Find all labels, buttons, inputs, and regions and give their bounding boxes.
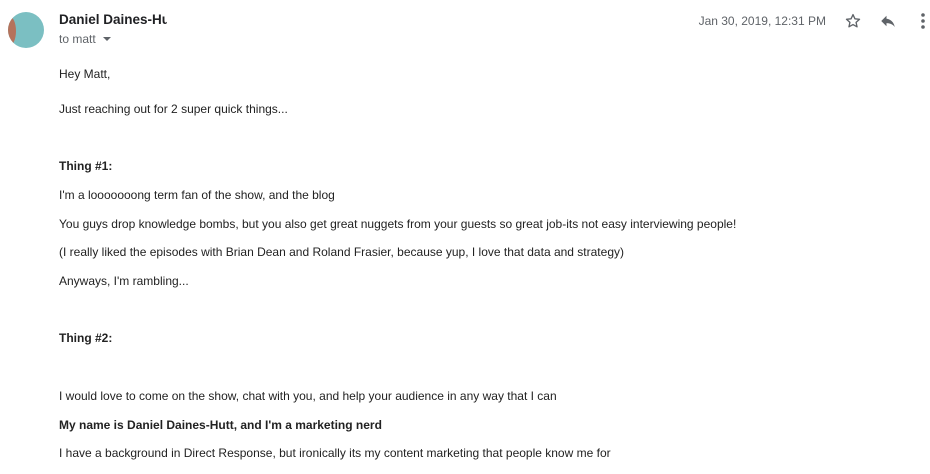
caret-down-icon[interactable] (102, 37, 111, 41)
greeting: Hey Matt, (59, 67, 111, 81)
thing2-line: I would love to come on the show, chat w… (59, 389, 557, 403)
message-date: Jan 30, 2019, 12:31 PM (698, 14, 826, 28)
more-options-button[interactable] (912, 10, 930, 32)
star-button[interactable] (842, 10, 864, 32)
sender-avatar[interactable] (8, 12, 44, 48)
thing2-heading: Thing #2: (59, 331, 113, 345)
avatar-photo (8, 16, 16, 46)
thing1-line: (I really liked the episodes with Brian … (59, 245, 624, 259)
thing1-heading: Thing #1: (59, 159, 113, 173)
thing1-line: I'm a looooooong term fan of the show, a… (59, 188, 335, 202)
thing2-line: I have a background in Direct Response, … (59, 446, 611, 460)
reply-button[interactable] (877, 10, 899, 32)
recipient-label: to matt (59, 32, 96, 46)
more-vert-icon (921, 13, 925, 29)
reply-icon (881, 15, 895, 27)
thing2-intro-bold: My name is Daniel Daines-Hutt, and I'm a… (59, 418, 382, 432)
sender-name[interactable]: Daniel Daines-Hutt (59, 12, 167, 27)
intro-line: Just reaching out for 2 super quick thin… (59, 102, 288, 116)
thing1-line: Anyways, I'm rambling... (59, 274, 189, 288)
star-icon (845, 13, 861, 28)
thing1-line: You guys drop knowledge bombs, but you a… (59, 217, 737, 231)
recipient-line[interactable]: to matt (59, 32, 111, 46)
